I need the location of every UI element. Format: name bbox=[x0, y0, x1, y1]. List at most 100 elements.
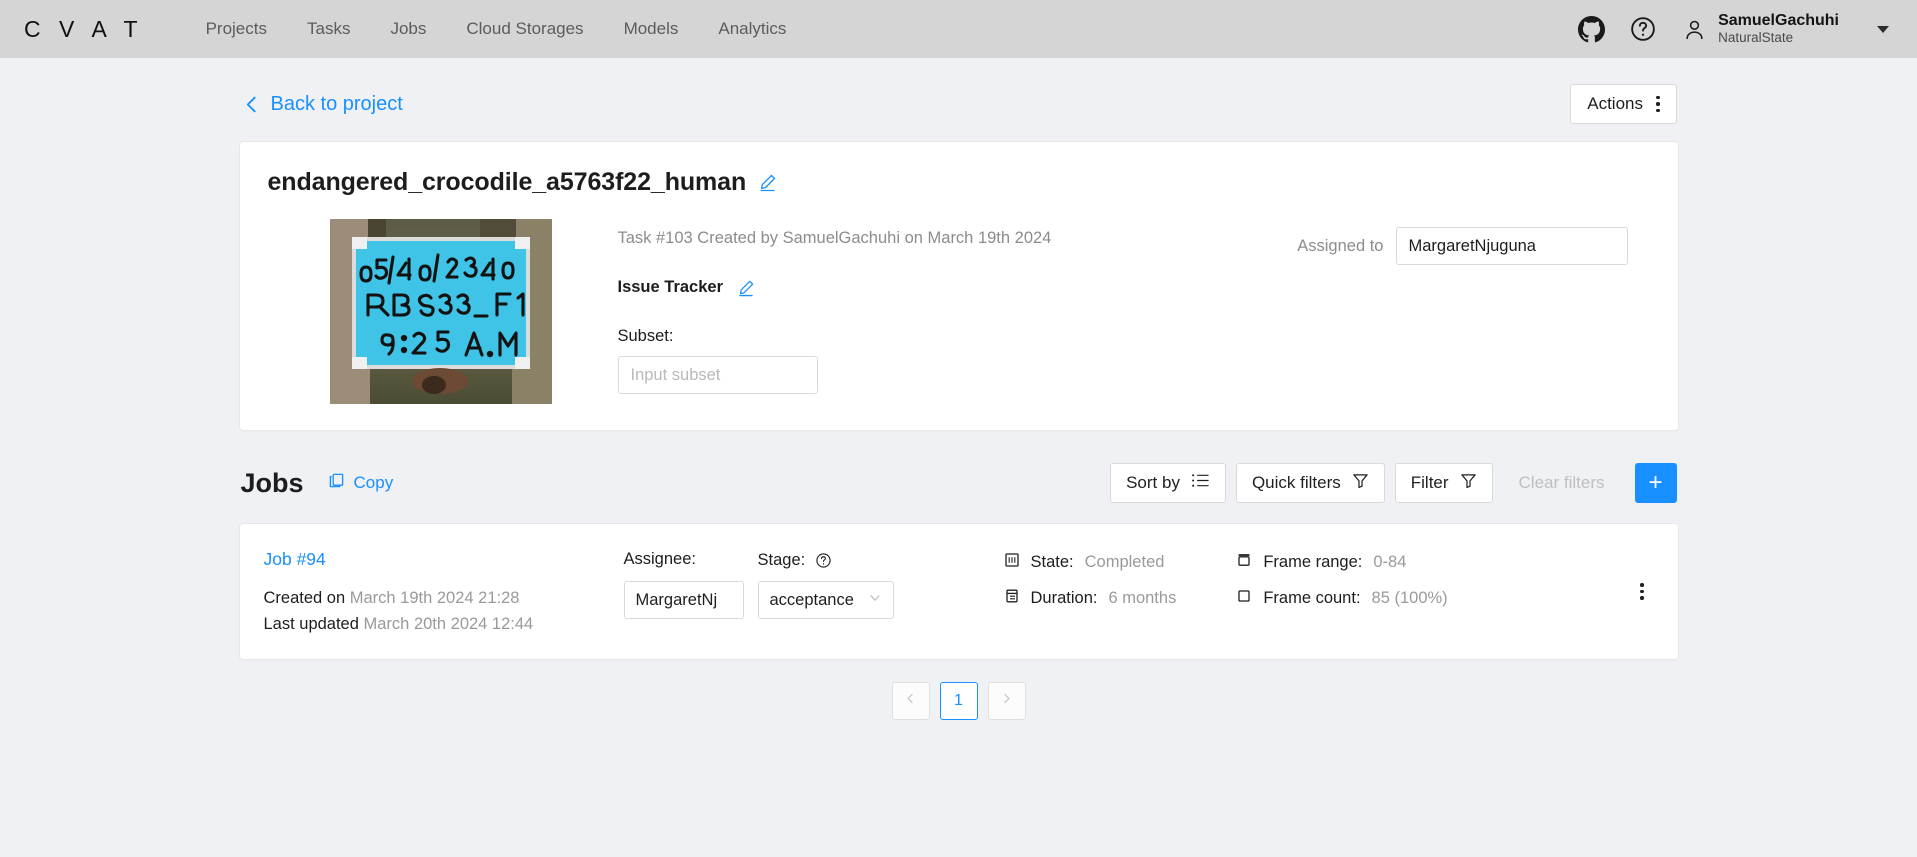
user-menu[interactable]: SamuelGachuhi NaturalState bbox=[1680, 12, 1839, 46]
chevron-down-icon[interactable] bbox=[1877, 25, 1889, 33]
plus-icon: + bbox=[1648, 469, 1663, 496]
page-title: endangered_crocodile_a5763f22_human bbox=[267, 168, 747, 196]
stage-label-row: Stage: bbox=[758, 550, 894, 570]
clear-filters-button[interactable]: Clear filters bbox=[1503, 473, 1621, 493]
job-created-line: Created on March 19th 2024 21:28 bbox=[264, 586, 624, 612]
jobs-toolbar: Sort by Quick filters Filter Clear filte… bbox=[1110, 463, 1677, 503]
task-title-row: endangered_crocodile_a5763f22_human bbox=[268, 168, 1650, 197]
nav-item-projects[interactable]: Projects bbox=[186, 0, 287, 58]
job-updated-prefix: Last updated bbox=[263, 614, 359, 633]
chevron-left-icon bbox=[243, 94, 260, 115]
stage-value: acceptance bbox=[769, 590, 854, 609]
nav-item-jobs[interactable]: Jobs bbox=[370, 0, 446, 58]
topbar-right-group: SamuelGachuhi NaturalState bbox=[1576, 12, 1893, 46]
job-created-value: March 19th 2024 21:28 bbox=[349, 589, 520, 607]
assignee-value: MargaretNj bbox=[635, 590, 718, 609]
frame-range-label: Frame range: bbox=[1263, 553, 1363, 571]
job-frame-count: Frame count: 85 (100%) bbox=[1236, 588, 1448, 609]
copy-jobs-link[interactable]: Copy bbox=[328, 472, 393, 494]
job-statistics: State: Completed Duration: 6 months Fram… bbox=[1004, 546, 1448, 609]
add-job-button[interactable]: + bbox=[1634, 463, 1677, 503]
pencil-icon[interactable] bbox=[758, 173, 777, 192]
pagination-page-1[interactable]: 1 bbox=[939, 682, 978, 721]
github-icon[interactable] bbox=[1576, 14, 1606, 44]
assigned-to-group: Assigned to bbox=[1297, 219, 1628, 265]
job-updated-line: Last updated March 20th 2024 12:44 bbox=[264, 612, 624, 638]
assignee-label: Assignee: bbox=[623, 550, 696, 568]
job-link[interactable]: Job #94 bbox=[264, 549, 326, 570]
pagination-prev[interactable] bbox=[891, 682, 930, 721]
job-stats-col-left: State: Completed Duration: 6 months bbox=[1004, 552, 1177, 609]
duration-label: Duration: bbox=[1030, 589, 1098, 607]
user-info: SamuelGachuhi NaturalState bbox=[1718, 12, 1839, 46]
thumbnail-image bbox=[329, 219, 552, 404]
stage-label: Stage: bbox=[757, 550, 806, 569]
nav-item-analytics[interactable]: Analytics bbox=[698, 0, 806, 58]
subset-input[interactable] bbox=[617, 356, 818, 394]
nav-item-models[interactable]: Models bbox=[604, 0, 699, 58]
subset-label: Subset: bbox=[617, 327, 674, 345]
main-nav: Projects Tasks Jobs Cloud Storages Model… bbox=[186, 0, 807, 58]
duration-value: 6 months bbox=[1108, 589, 1177, 607]
state-value: Completed bbox=[1084, 553, 1165, 571]
page-body: Back to project Actions endangered_croco… bbox=[0, 58, 1917, 857]
sort-by-button[interactable]: Sort by bbox=[1110, 463, 1226, 503]
stage-group: Stage: acceptance bbox=[757, 550, 894, 619]
cvat-logo[interactable]: C V A T bbox=[18, 16, 144, 43]
issue-tracker-label: Issue Tracker bbox=[617, 278, 724, 296]
job-updated-value: March 20th 2024 12:44 bbox=[363, 614, 534, 633]
job-created-prefix: Created on bbox=[263, 589, 346, 607]
issue-tracker-row: Issue Tracker bbox=[618, 278, 1298, 297]
chevron-down-icon bbox=[868, 591, 882, 610]
job-identity: Job #94 Created on March 19th 2024 21:28… bbox=[264, 546, 624, 637]
job-duration: Duration: 6 months bbox=[1004, 588, 1177, 609]
question-circle-icon[interactable] bbox=[1628, 14, 1658, 44]
task-thumbnail[interactable] bbox=[329, 219, 552, 404]
sort-by-label: Sort by bbox=[1126, 473, 1180, 492]
filter-label: Filter bbox=[1410, 473, 1449, 492]
quick-filters-button[interactable]: Quick filters bbox=[1235, 463, 1385, 503]
page-toolbar: Back to project Actions bbox=[239, 81, 1679, 127]
back-to-project-label: Back to project bbox=[270, 92, 403, 115]
user-icon bbox=[1680, 15, 1708, 43]
pagination-next[interactable] bbox=[987, 682, 1026, 721]
chevron-right-icon bbox=[1000, 692, 1013, 710]
copy-icon bbox=[328, 472, 345, 494]
calendar-duration-icon bbox=[1004, 588, 1020, 609]
frame-count-icon bbox=[1236, 588, 1252, 609]
back-to-project-link[interactable]: Back to project bbox=[241, 89, 405, 120]
actions-button[interactable]: Actions bbox=[1570, 84, 1677, 124]
assignee-group: Assignee: MargaretNj bbox=[623, 550, 744, 619]
frame-range-value: 0-84 bbox=[1373, 553, 1407, 571]
assignee-select[interactable]: MargaretNj bbox=[623, 581, 744, 619]
user-organization: NaturalState bbox=[1718, 30, 1794, 46]
task-body: Task #103 Created by SamuelGachuhi on Ma… bbox=[268, 219, 1650, 404]
jobs-header: Jobs Copy Sort by Quick filters Filter C… bbox=[239, 455, 1679, 511]
job-stats-col-right: Frame range: 0-84 Frame count: 85 (100%) bbox=[1236, 552, 1448, 609]
quick-filters-label: Quick filters bbox=[1251, 473, 1341, 492]
question-circle-icon[interactable] bbox=[815, 552, 832, 569]
job-selectors: Assignee: MargaretNj Stage: acceptance bbox=[623, 546, 894, 619]
frame-count-value: 85 (100%) bbox=[1371, 589, 1448, 607]
state-label: State: bbox=[1030, 553, 1074, 571]
user-name: SamuelGachuhi bbox=[1718, 12, 1839, 30]
job-state: State: Completed bbox=[1004, 552, 1177, 573]
filter-button[interactable]: Filter bbox=[1394, 463, 1493, 503]
job-frame-range: Frame range: 0-84 bbox=[1236, 552, 1447, 573]
task-details-card: endangered_crocodile_a5763f22_human Task… bbox=[238, 141, 1679, 431]
stage-select[interactable]: acceptance bbox=[757, 581, 894, 619]
nav-item-cloud-storages[interactable]: Cloud Storages bbox=[446, 0, 603, 58]
state-icon bbox=[1004, 552, 1020, 573]
assigned-to-label: Assigned to bbox=[1297, 236, 1384, 255]
task-meta: Task #103 Created by SamuelGachuhi on Ma… bbox=[617, 219, 1298, 394]
issue-tracker-pencil-icon[interactable] bbox=[737, 279, 755, 297]
funnel-icon bbox=[1352, 472, 1369, 494]
frame-count-label: Frame count: bbox=[1263, 589, 1361, 607]
jobs-title: Jobs bbox=[240, 467, 304, 498]
funnel-icon bbox=[1460, 472, 1477, 494]
job-row[interactable]: Job #94 Created on March 19th 2024 21:28… bbox=[238, 523, 1679, 661]
vertical-dots-icon bbox=[1656, 95, 1660, 113]
nav-item-tasks[interactable]: Tasks bbox=[287, 0, 370, 58]
job-more-menu[interactable] bbox=[1632, 577, 1652, 606]
assigned-to-input[interactable] bbox=[1395, 227, 1628, 265]
